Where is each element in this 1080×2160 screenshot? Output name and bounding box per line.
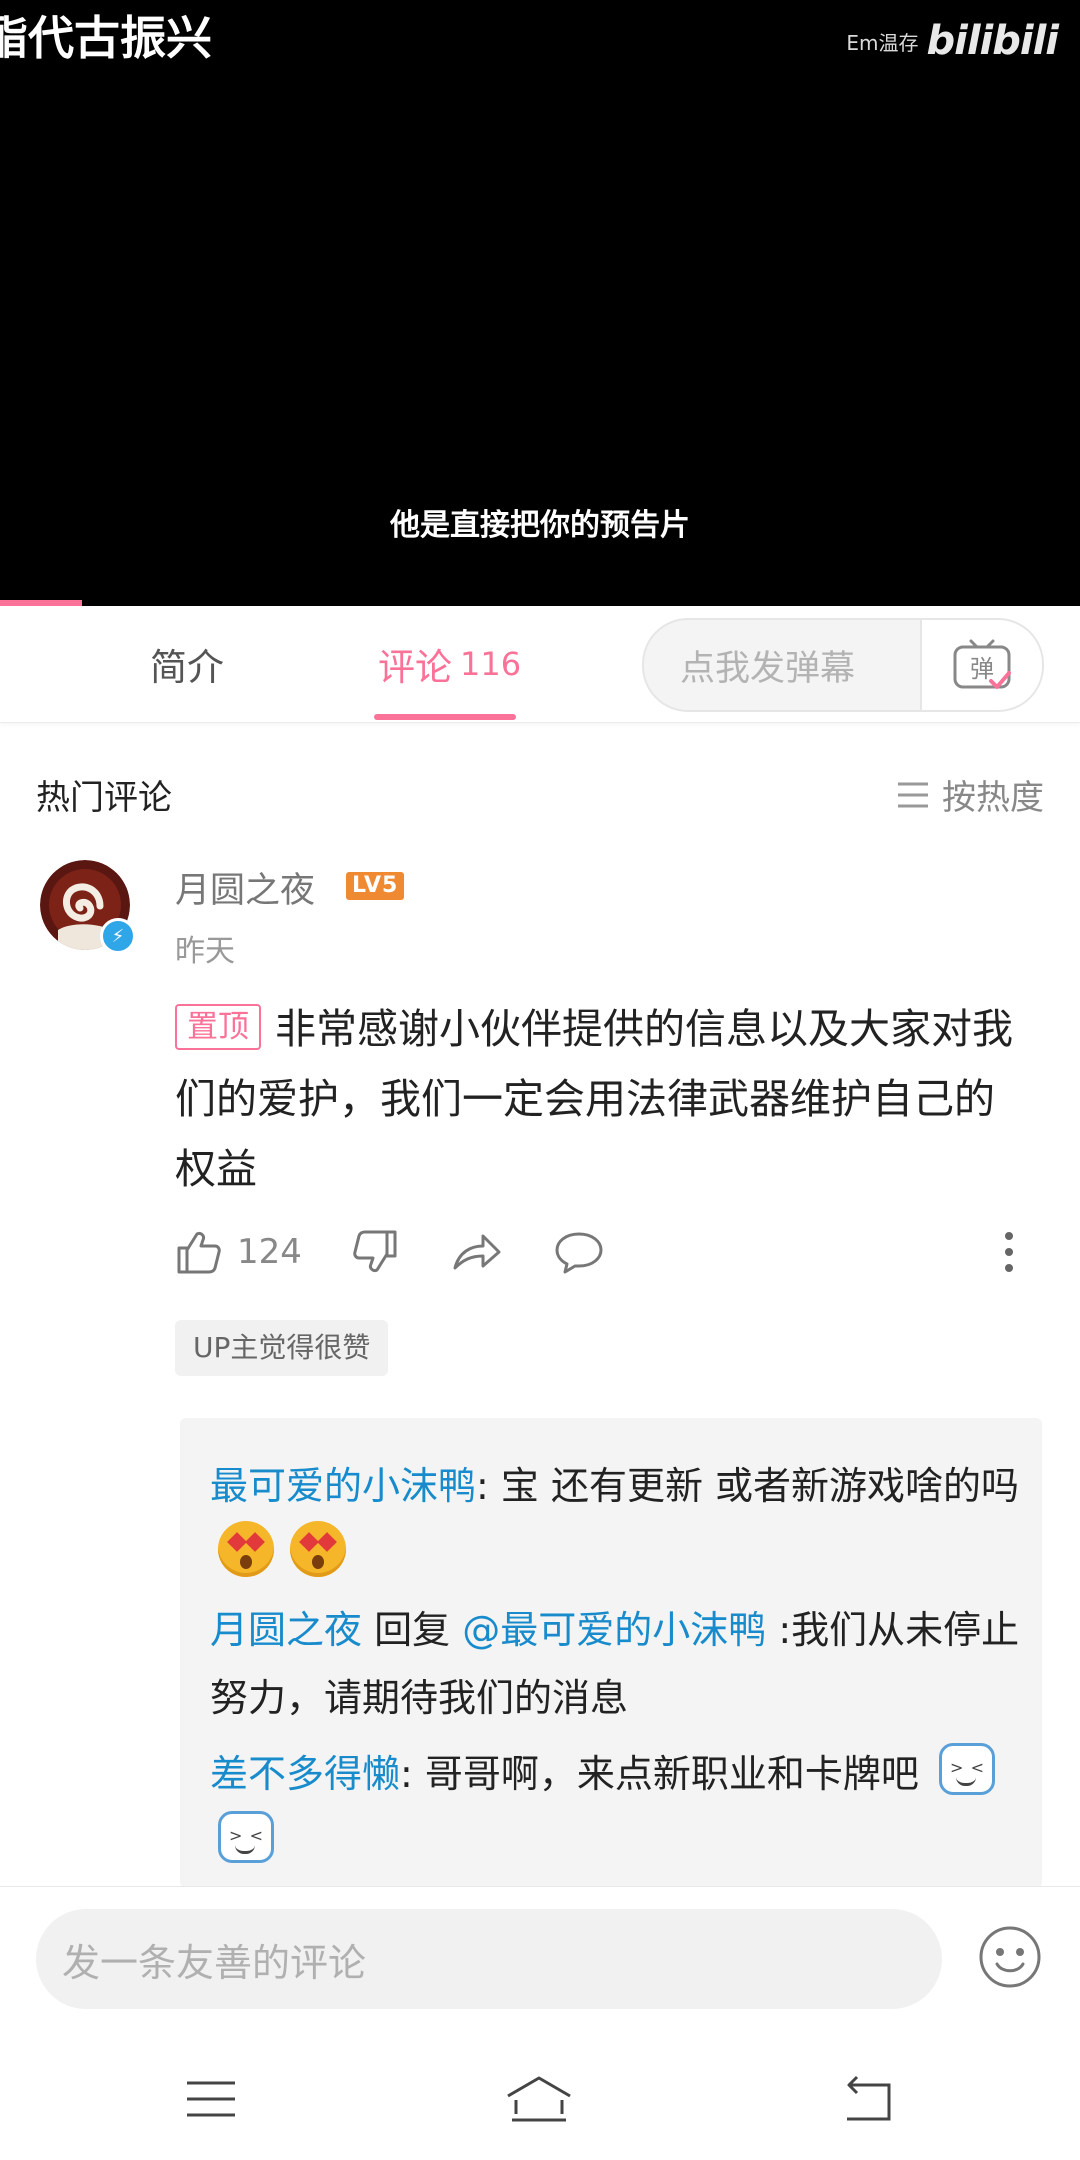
tab-bar: 简介 评论 116 点我发弹幕 弹 — [0, 606, 1080, 723]
reply-item[interactable]: 月圆之夜 回复 @最可爱的小沫鸭 :我们从未停止努力，请期待我们的消息 — [210, 1596, 1020, 1732]
reply-nickname[interactable]: 差不多得懒 — [210, 1752, 400, 1796]
like-button[interactable]: 124 — [175, 1222, 302, 1282]
menu-icon — [187, 2081, 235, 2117]
comment-text: 非常感谢小伙伴提供的信息以及大家对我们的爱护，我们一定会用法律武器维护自己的权益 — [175, 1005, 1013, 1193]
watermark: Em温存 bilibili — [846, 18, 1059, 64]
comment-input-bar: 发一条友善的评论 — [0, 1886, 1080, 2037]
more-icon — [1005, 1232, 1013, 1272]
star-eyes-emoji-icon — [290, 1521, 346, 1577]
watermark-user: Em温存 — [846, 30, 919, 55]
reply-nickname[interactable]: 最可爱的小沫鸭 — [210, 1464, 476, 1508]
crying-tv-emoji-icon: > < — [939, 1743, 995, 1795]
tab-intro[interactable]: 简介 — [150, 606, 224, 722]
reply-item[interactable]: 差不多得懒: 哥哥啊，来点新职业和卡牌吧 > < > < — [210, 1740, 1020, 1876]
comment-actions: 124 — [175, 1222, 1045, 1282]
reply-mention[interactable]: @最可爱的小沫鸭 — [462, 1608, 766, 1652]
nav-home-button[interactable] — [494, 2066, 584, 2132]
danmaku-button-label: 弹 — [970, 655, 994, 683]
reply-text: : 哥哥啊，来点新职业和卡牌吧 — [400, 1752, 919, 1796]
tab-comments-label: 评论 — [378, 646, 452, 689]
more-button[interactable] — [1003, 1222, 1015, 1282]
user-level-badge: LV5 — [346, 872, 405, 900]
share-icon — [453, 1234, 501, 1270]
nav-menu-button[interactable] — [166, 2066, 256, 2132]
danmaku-placeholder: 点我发弹幕 — [680, 648, 856, 689]
active-tab-indicator — [374, 714, 516, 720]
verified-badge-icon: ⚡ — [100, 918, 136, 954]
like-icon — [177, 1232, 221, 1274]
reply-nickname[interactable]: 月圆之夜 — [210, 1608, 362, 1652]
tab-intro-label: 简介 — [150, 646, 224, 689]
comment-time: 昨天 — [175, 934, 235, 969]
bilibili-logo: bilibili — [926, 18, 1059, 64]
emoji-icon[interactable] — [978, 1925, 1042, 1989]
reply-list[interactable]: 最可爱的小沫鸭: 宝 还有更新 或者新游戏啥的吗 月圆之夜 回复 @最可爱的小沫… — [180, 1418, 1042, 1888]
crying-tv-emoji-icon: > < — [218, 1811, 274, 1863]
video-subtitle: 他是直接把你的预告片 — [390, 508, 690, 543]
reply-button[interactable] — [553, 1222, 605, 1282]
video-player[interactable]: 酯代古振兴 Em温存 bilibili 他是直接把你的预告片 — [0, 0, 1080, 606]
sort-label: 按热度 — [942, 778, 1044, 818]
section-title: 热门评论 — [36, 778, 172, 818]
pinned-badge: 置顶 — [175, 1004, 261, 1050]
tab-comments[interactable]: 评论 116 — [378, 606, 521, 722]
video-title: 酯代古振兴 — [0, 11, 212, 65]
sort-lines-icon — [898, 782, 928, 807]
share-button[interactable] — [451, 1222, 503, 1282]
home-icon — [507, 2076, 571, 2122]
reply-word: 回复 — [374, 1608, 451, 1652]
dislike-button[interactable] — [351, 1222, 399, 1282]
dislike-icon — [353, 1230, 397, 1272]
comment-input[interactable]: 发一条友善的评论 — [36, 1909, 942, 2009]
reply-icon — [555, 1232, 603, 1274]
system-nav-bar — [0, 2036, 1080, 2160]
back-icon — [847, 2075, 891, 2121]
star-eyes-emoji-icon — [218, 1521, 274, 1577]
comment-content[interactable]: 置顶 非常感谢小伙伴提供的信息以及大家对我们的爱护，我们一定会用法律武器维护自己的… — [175, 994, 1035, 1204]
danmaku-toggle-button[interactable]: 弹 — [920, 620, 1042, 710]
nav-back-button[interactable] — [822, 2066, 912, 2132]
up-liked-badge: UP主觉得很赞 — [175, 1320, 389, 1376]
comment-input-placeholder: 发一条友善的评论 — [62, 1940, 367, 1985]
reply-item[interactable]: 最可爱的小沫鸭: 宝 还有更新 或者新游戏啥的吗 — [210, 1452, 1020, 1588]
reply-text: : 宝 还有更新 或者新游戏啥的吗 — [476, 1464, 1020, 1508]
comment-username[interactable]: 月圆之夜 — [175, 862, 315, 913]
like-count: 124 — [237, 1232, 302, 1272]
danmaku-tv-icon: 弹 — [953, 639, 1011, 689]
sort-button[interactable]: 按热度 — [896, 770, 1044, 819]
tab-comments-count: 116 — [460, 645, 522, 683]
danmaku-input[interactable]: 点我发弹幕 弹 — [642, 618, 1044, 712]
